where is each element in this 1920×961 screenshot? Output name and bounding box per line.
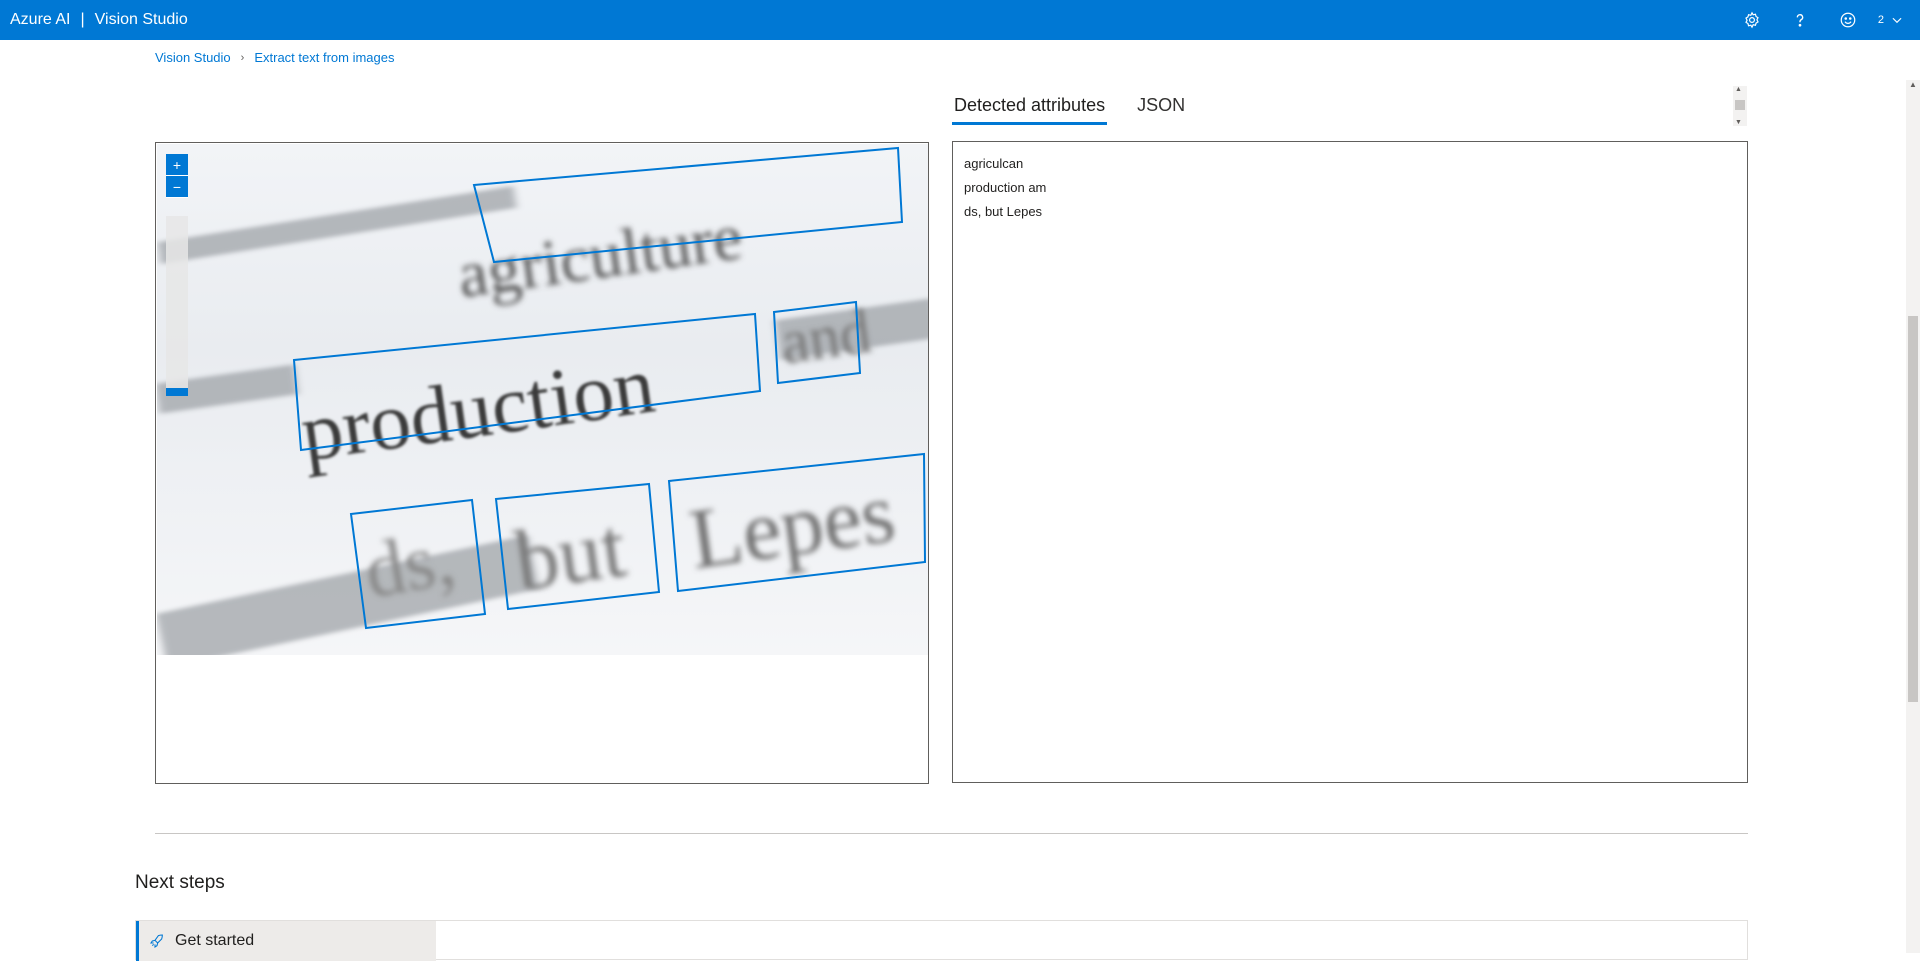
next-steps-title: Next steps [135, 872, 225, 893]
page-scroll-up-icon[interactable]: ▲ [1909, 80, 1917, 89]
account-menu[interactable]: 2 [1872, 0, 1920, 40]
detected-attributes-panel: agriculcan production am ds, but Lepes [952, 141, 1748, 783]
section-divider [155, 833, 1748, 834]
tab-get-started[interactable]: Get started [136, 921, 436, 961]
tab-detected-attributes[interactable]: Detected attributes [952, 92, 1108, 125]
feedback-button[interactable] [1824, 0, 1872, 40]
get-started-label: Get started [175, 932, 255, 949]
help-icon [1796, 14, 1804, 27]
scroll-down-icon[interactable]: ▼ [1735, 119, 1742, 126]
top-bar: Azure AI | Vision Studio 2 [0, 0, 1920, 40]
settings-button[interactable] [1728, 0, 1776, 40]
analyzed-image: agriculture production and ds, but Lepes… [157, 144, 928, 655]
image-word-agriculture: agriculture [453, 200, 746, 312]
tabs-scrollbar[interactable]: ▲ ▼ [1733, 86, 1747, 126]
image-word-production: production [295, 339, 659, 479]
image-viewer: agriculture production and ds, but Lepes… [155, 142, 929, 784]
scroll-thumb[interactable] [1735, 100, 1745, 110]
image-word-ds: ds, [358, 513, 461, 614]
top-actions: 2 [1728, 0, 1920, 40]
breadcrumb-separator: › [240, 51, 245, 64]
brand-separator: | [80, 11, 85, 28]
zoom-control: + − [166, 154, 188, 396]
brand[interactable]: Azure AI | Vision Studio [10, 11, 188, 29]
zoom-in-button[interactable]: + [166, 154, 188, 176]
rocket-icon [150, 934, 163, 948]
breadcrumb: Vision Studio › Extract text from images [155, 50, 394, 65]
breadcrumb-vision-studio[interactable]: Vision Studio [155, 50, 231, 65]
next-steps-box: Get started [135, 920, 1748, 961]
page-scroll-thumb[interactable] [1908, 316, 1918, 702]
smiley-icon [1840, 12, 1856, 28]
detected-line-3: ds, but Lepes [964, 204, 1043, 219]
chevron-down-icon [1892, 17, 1902, 24]
account-badge: 2 [1877, 14, 1884, 26]
tab-json[interactable]: JSON [1135, 92, 1187, 125]
detected-line-2: production am [964, 180, 1047, 195]
image-word-but: but [509, 498, 631, 608]
page-scrollbar[interactable]: ▲ [1906, 80, 1920, 953]
detected-line-1: agriculcan [964, 156, 1024, 171]
zoom-slider[interactable] [166, 216, 188, 396]
product-name: Vision Studio [94, 11, 188, 28]
gear-icon [1745, 11, 1759, 29]
brand-name: Azure AI [10, 11, 71, 28]
analyzed-image-svg: agriculture production and ds, but Lepes [157, 146, 928, 655]
scroll-up-icon[interactable]: ▲ [1735, 86, 1742, 93]
zoom-slider-thumb[interactable] [166, 388, 188, 396]
zoom-out-button[interactable]: − [166, 176, 188, 198]
help-button[interactable] [1776, 0, 1824, 40]
breadcrumb-extract-text[interactable]: Extract text from images [254, 50, 394, 65]
result-tabs: Detected attributes JSON [952, 92, 1187, 125]
